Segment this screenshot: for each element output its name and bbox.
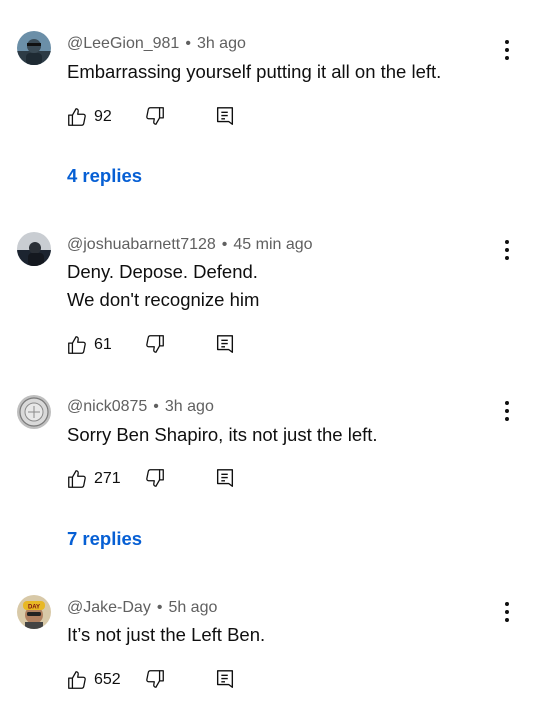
more-vertical-icon[interactable]	[496, 398, 518, 424]
comment-text-line: Embarrassing yourself putting it all on …	[67, 61, 442, 82]
dislike-button[interactable]	[144, 333, 166, 355]
reply-comment-icon	[214, 105, 236, 127]
reply-comment-icon	[214, 668, 236, 690]
dislike-button[interactable]	[144, 105, 166, 127]
comment-time[interactable]: 3h ago	[165, 398, 214, 415]
like-button[interactable]: 92	[66, 106, 130, 128]
like-count: 92	[94, 108, 112, 125]
comment-text-line: Sorry Ben Shapiro, its not just the left…	[67, 424, 378, 445]
comment-actions: 271	[66, 466, 234, 492]
comment-text: It’s not just the Left Ben.	[67, 621, 265, 649]
reply-comment-icon	[214, 333, 236, 355]
comment-author[interactable]: @nick0875	[67, 398, 147, 415]
reply-button[interactable]	[214, 668, 236, 690]
comment-text-line: Deny. Depose. Defend.	[67, 261, 258, 282]
comment-actions: 92	[66, 104, 234, 130]
like-count: 652	[94, 671, 121, 688]
reply-button[interactable]	[214, 105, 236, 127]
dislike-button[interactable]	[144, 467, 166, 489]
thumbs-down-icon	[144, 668, 166, 690]
thumbs-down-icon	[144, 467, 166, 489]
reply-comment-icon	[214, 467, 236, 489]
avatar[interactable]: DAY	[17, 595, 51, 629]
thumbs-down-icon	[144, 105, 166, 127]
like-button[interactable]: 61	[66, 334, 130, 356]
thumbs-up-icon	[66, 468, 88, 490]
avatar[interactable]	[17, 395, 51, 429]
comment-text: Deny. Depose. Defend. We don't recognize…	[67, 258, 259, 314]
thumbs-up-icon	[66, 334, 88, 356]
dislike-button[interactable]	[144, 668, 166, 690]
reply-button[interactable]	[214, 333, 236, 355]
avatar[interactable]	[17, 31, 51, 65]
comment-text-line: We don't recognize him	[67, 289, 260, 310]
view-replies-link[interactable]: 7 replies	[67, 527, 142, 551]
comment-time[interactable]: 5h ago	[168, 599, 217, 616]
comment-text-line: It’s not just the Left Ben.	[67, 624, 266, 645]
comment-meta: @LeeGion_981 • 3h ago	[67, 34, 246, 54]
comment-time[interactable]: 3h ago	[197, 35, 246, 52]
comment-meta: @joshuabarnett7128 • 45 min ago	[67, 235, 313, 255]
like-count: 271	[94, 470, 121, 487]
reply-button[interactable]	[214, 467, 236, 489]
meta-separator: •	[156, 599, 163, 616]
more-vertical-icon[interactable]	[496, 37, 518, 63]
thumbs-up-icon	[66, 669, 88, 691]
comment-text: Sorry Ben Shapiro, its not just the left…	[67, 421, 378, 449]
comment-meta: @nick0875 • 3h ago	[67, 397, 214, 417]
comment-author[interactable]: @joshuabarnett7128	[67, 236, 216, 253]
comment-text: Embarrassing yourself putting it all on …	[67, 58, 441, 86]
comment-actions: 61	[66, 332, 234, 358]
meta-separator: •	[185, 35, 191, 52]
comment-author[interactable]: @Jake-Day	[67, 599, 151, 616]
thumbs-up-icon	[66, 106, 88, 128]
like-button[interactable]: 652	[66, 669, 130, 691]
view-replies-link[interactable]: 4 replies	[67, 164, 142, 188]
comment-time[interactable]: 45 min ago	[233, 236, 312, 253]
avatar-text: DAY	[28, 605, 40, 611]
like-button[interactable]: 271	[66, 468, 130, 490]
thumbs-down-icon	[144, 333, 166, 355]
like-count: 61	[94, 336, 112, 353]
meta-separator: •	[153, 398, 159, 415]
more-vertical-icon[interactable]	[496, 599, 518, 625]
comment-actions: 652	[66, 667, 234, 693]
avatar[interactable]	[17, 232, 51, 266]
meta-separator: •	[221, 236, 228, 253]
more-vertical-icon[interactable]	[496, 237, 518, 263]
comment-meta: @Jake-Day • 5h ago	[67, 598, 217, 618]
comment-author[interactable]: @LeeGion_981	[67, 35, 179, 52]
